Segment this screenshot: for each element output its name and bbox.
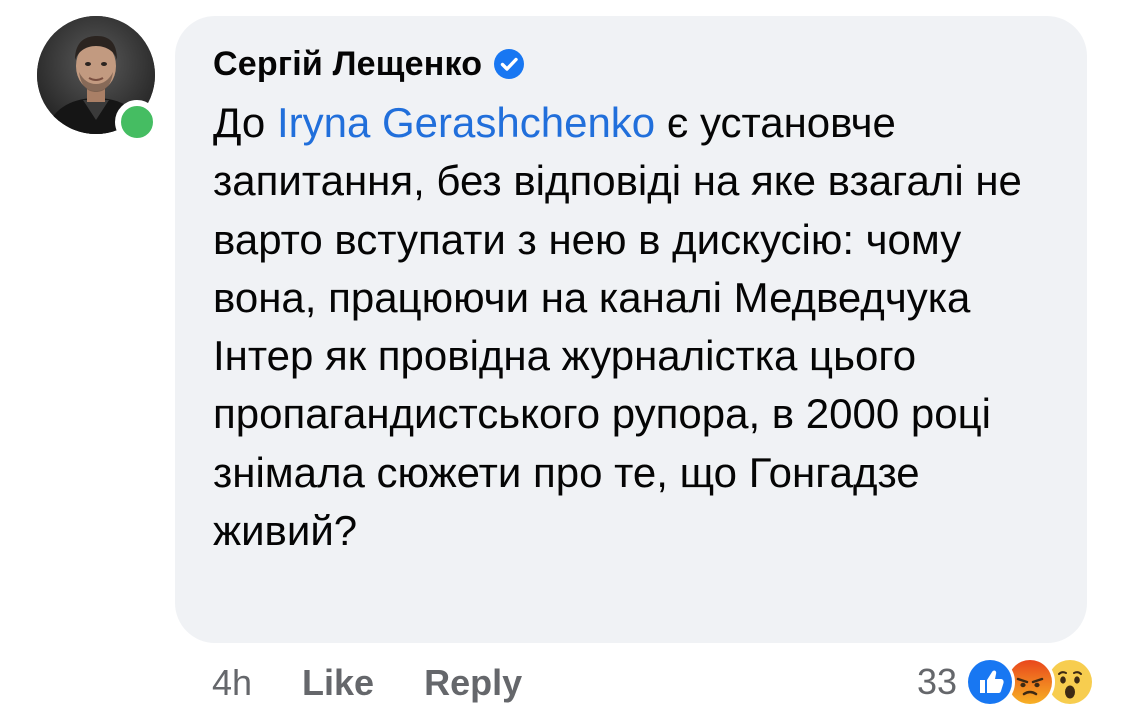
comment-footer: 4h Like Reply xyxy=(212,658,522,708)
mention-link[interactable]: Iryna Gerashchenko xyxy=(277,99,655,146)
reactions-summary[interactable]: 33 xyxy=(917,654,1095,710)
reply-button[interactable]: Reply xyxy=(424,662,522,704)
author-name[interactable]: Сергій Лещенко xyxy=(213,45,482,84)
verified-badge-icon xyxy=(494,49,525,79)
online-status-dot xyxy=(115,100,159,144)
author-row: Сергій Лещенко xyxy=(213,42,1049,86)
like-button[interactable]: Like xyxy=(302,662,374,704)
comment-bubble: Сергій Лещенко До Iryna Gerashchenko є у… xyxy=(175,16,1087,643)
comment-text-body: є установче запитання, без відповіді на … xyxy=(213,99,1022,555)
avatar-wrap[interactable] xyxy=(37,16,159,144)
comment-container: Сергій Лещенко До Iryna Gerashchenko є у… xyxy=(0,0,1125,724)
like-reaction-icon xyxy=(965,657,1015,707)
timestamp[interactable]: 4h xyxy=(212,662,252,704)
reaction-count[interactable]: 33 xyxy=(917,661,957,703)
reaction-icons[interactable] xyxy=(965,657,1095,707)
comment-text: До Iryna Gerashchenko є установче запита… xyxy=(213,94,1063,560)
comment-text-prefix: До xyxy=(213,99,277,146)
